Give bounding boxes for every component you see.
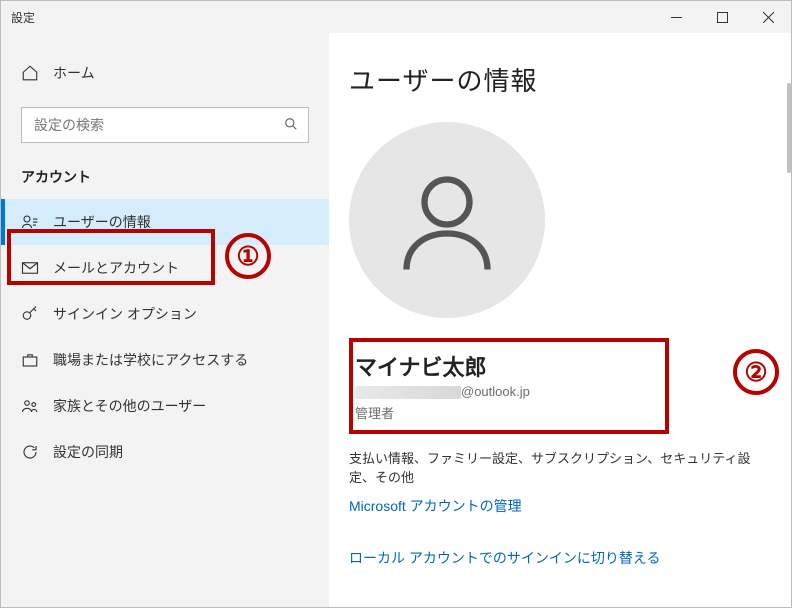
sidebar-item-work-school[interactable]: 職場または学校にアクセスする [1,337,329,383]
home-label: ホーム [53,63,95,83]
family-icon [21,397,39,415]
user-email: @outlook.jp [355,384,653,399]
sidebar-item-label: サインイン オプション [53,304,197,324]
mail-icon [21,259,39,277]
sidebar-section-title: アカウント [1,163,329,199]
sidebar-item-your-info[interactable]: ユーザーの情報 [1,199,329,245]
maximize-button[interactable] [699,1,745,33]
switch-local-link[interactable]: ローカル アカウントでのサインインに切り替える [349,548,660,568]
settings-window: 設定 ホーム [0,0,792,608]
search-input[interactable] [34,117,284,133]
email-suffix: @outlook.jp [461,384,530,399]
avatar [349,122,545,318]
user-role: 管理者 [355,403,653,422]
titlebar: 設定 [1,1,791,33]
close-button[interactable] [745,1,791,33]
sidebar-item-sync[interactable]: 設定の同期 [1,429,329,475]
sidebar-item-signin-options[interactable]: サインイン オプション [1,291,329,337]
billing-info-text: 支払い情報、ファミリー設定、サブスクリプション、セキュリティ設定、その他 [349,448,771,486]
sidebar-item-label: 設定の同期 [53,442,123,462]
search-box[interactable] [21,107,309,143]
user-icon [393,166,501,274]
user-info-box: マイナビ太郎 @outlook.jp 管理者 [349,338,669,434]
key-icon [21,305,39,323]
sidebar-item-label: ユーザーの情報 [53,212,151,232]
sidebar: ホーム アカウント ユーザーの情報 メールとアカウント [1,33,329,607]
home-icon [21,64,39,82]
sidebar-item-family-users[interactable]: 家族とその他のユーザー [1,383,329,429]
search-icon [284,117,298,134]
sidebar-item-label: 家族とその他のユーザー [53,396,206,416]
create-picture-heading: 自分の画像を作成 [349,604,771,607]
sync-icon [21,443,39,461]
main-panel: ユーザーの情報 マイナビ太郎 @outlook.jp 管理者 ② 支払い情報、フ… [329,33,791,607]
sidebar-item-label: メールとアカウント [53,258,179,278]
sidebar-item-label: 職場または学校にアクセスする [53,350,248,370]
window-title: 設定 [11,9,653,26]
minimize-button[interactable] [653,1,699,33]
user-name: マイナビ太郎 [355,350,653,382]
user-info-icon [21,213,39,231]
manage-account-link[interactable]: Microsoft アカウントの管理 [349,496,522,516]
scrollbar[interactable] [787,83,791,173]
window-controls [653,1,791,33]
email-redacted-part [355,386,461,399]
home-button[interactable]: ホーム [1,53,329,93]
sidebar-item-email-accounts[interactable]: メールとアカウント [1,245,329,291]
client-area: ホーム アカウント ユーザーの情報 メールとアカウント [1,33,791,607]
page-title: ユーザーの情報 [349,61,771,98]
annotation-circle-2: ② [733,349,779,395]
briefcase-icon [21,351,39,369]
